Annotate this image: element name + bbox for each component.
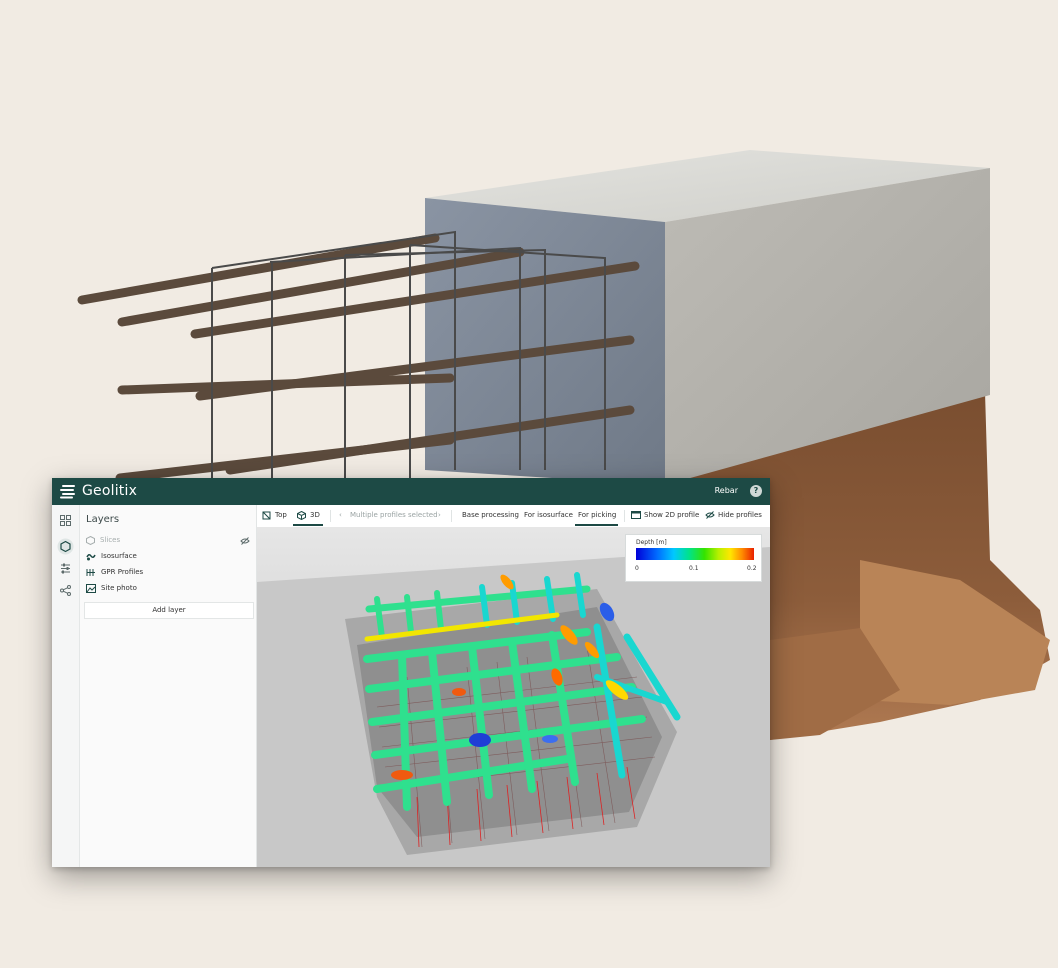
app-brand: Geolitix — [82, 483, 138, 499]
depth-legend: Depth [m] 0 0.1 0.2 — [625, 534, 762, 582]
toolbar-divider — [451, 510, 452, 522]
geolitix-app-window: Geolitix Rebar ? Layers Slices Isosurfac… — [52, 478, 770, 867]
sliders-icon[interactable] — [60, 563, 71, 574]
layer-label: Slices — [100, 536, 121, 544]
toolbar-divider — [330, 510, 331, 522]
top-view-icon — [262, 511, 271, 520]
tab-3d-view[interactable]: 3D — [310, 511, 320, 519]
project-name[interactable]: Rebar — [715, 486, 738, 495]
hide-profiles-button[interactable]: Hide profiles — [718, 511, 762, 519]
cube-3d-icon — [297, 511, 306, 520]
isosurface-icon — [86, 553, 96, 560]
help-icon[interactable]: ? — [750, 485, 762, 497]
view-toolbar: Top 3D ‹ Multiple profiles selected › Ba… — [257, 505, 770, 528]
layer-item-isosurface[interactable]: Isosurface — [86, 549, 137, 563]
geolitix-logo-icon — [60, 485, 75, 499]
next-profile-icon[interactable]: › — [438, 511, 441, 519]
tab-base-processing[interactable]: Base processing — [462, 511, 519, 519]
profiles-selection-label: Multiple profiles selected — [350, 511, 438, 519]
slices-icon — [86, 535, 95, 545]
layers-cube-icon[interactable] — [57, 538, 74, 555]
toolbar-divider — [624, 510, 625, 522]
layers-panel-title: Layers — [86, 514, 120, 525]
eye-off-icon[interactable] — [240, 537, 250, 545]
layer-label: GPR Profiles — [101, 568, 144, 576]
gpr-profiles-icon — [86, 568, 95, 576]
tab-top-view[interactable]: Top — [275, 511, 287, 519]
legend-title: Depth [m] — [636, 539, 667, 546]
depth-colorbar — [636, 548, 754, 560]
add-layer-button[interactable]: Add layer — [84, 602, 254, 619]
title-bar: Geolitix Rebar ? — [52, 478, 770, 505]
tab-for-picking[interactable]: For picking — [578, 511, 616, 519]
legend-tick: 0.1 — [689, 565, 699, 572]
grid-icon[interactable] — [60, 515, 71, 526]
show-2d-profile-button[interactable]: Show 2D profile — [644, 511, 699, 519]
3d-viewport[interactable]: Depth [m] 0 0.1 0.2 — [257, 527, 770, 867]
layer-label: Site photo — [101, 584, 137, 592]
share-icon[interactable] — [60, 585, 71, 596]
layer-item-slices[interactable]: Slices — [86, 533, 120, 547]
layer-item-site-photo[interactable]: Site photo — [86, 581, 137, 595]
layer-label: Isosurface — [101, 552, 137, 560]
site-photo-icon — [86, 583, 96, 593]
layer-item-gpr-profiles[interactable]: GPR Profiles — [86, 565, 143, 579]
active-tab-indicator — [293, 524, 323, 526]
legend-tick: 0.2 — [747, 565, 757, 572]
active-tab-indicator — [575, 524, 618, 526]
prev-profile-icon[interactable]: ‹ — [339, 511, 342, 519]
legend-tick: 0 — [635, 565, 639, 572]
profile-2d-icon — [631, 511, 641, 519]
tab-for-isosurface[interactable]: For isosurface — [524, 511, 573, 519]
layers-panel: Layers Slices Isosurface GPR Profiles Si… — [80, 505, 257, 867]
eye-off-icon — [705, 511, 715, 519]
nav-rail — [52, 505, 80, 867]
